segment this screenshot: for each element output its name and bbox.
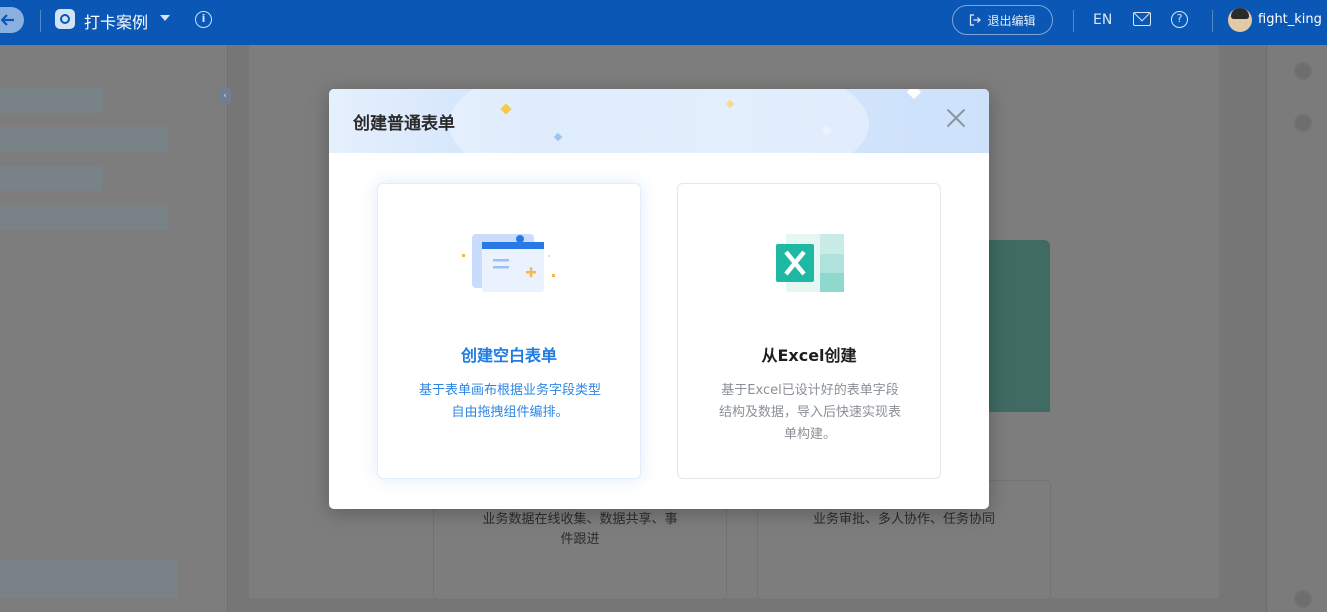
template-card-description: 业务数据在线收集、数据共享、事件跟进 <box>482 512 678 547</box>
create-form-dialog: 创建普通表单 创建空白表单 基于表单画布根据业务字段类型自由拖拽组件编排。 从E… <box>329 89 989 509</box>
template-card-banner <box>985 240 1050 412</box>
mail-icon[interactable] <box>1133 12 1151 26</box>
create-blank-form-option[interactable]: 创建空白表单 基于表单画布根据业务字段类型自由拖拽组件编排。 <box>377 183 641 479</box>
navigation-icon[interactable] <box>1294 590 1312 608</box>
option-title: 从Excel创建 <box>761 346 857 365</box>
sparkle-icon <box>906 89 922 100</box>
language-switch[interactable]: EN <box>1093 12 1112 28</box>
exit-edit-label: 退出编辑 <box>987 13 1036 28</box>
avatar[interactable] <box>1228 8 1252 32</box>
divider <box>1212 10 1213 32</box>
exit-edit-button[interactable]: 退出编辑 <box>952 5 1053 35</box>
option-title: 创建空白表单 <box>460 346 557 365</box>
create-from-excel-option[interactable]: 从Excel创建 基于Excel已设计好的表单字段结构及数据，导入后快速实现表单… <box>677 183 941 479</box>
list-item <box>0 205 168 230</box>
list-item <box>0 560 178 598</box>
chevron-down-icon[interactable] <box>160 15 170 21</box>
info-icon[interactable]: i <box>195 11 212 28</box>
list-item <box>0 88 103 113</box>
excel-icon <box>776 234 844 292</box>
divider <box>1073 10 1074 32</box>
option-description: 基于Excel已设计好的表单字段结构及数据，导入后快速实现表单构建。 <box>718 383 901 442</box>
shield-icon[interactable] <box>1294 114 1312 132</box>
exit-icon <box>970 14 982 26</box>
top-bar: 打卡案例 i 退出编辑 EN ? fight_king <box>0 0 1327 45</box>
collapse-sidebar-button[interactable]: ‹ <box>219 88 231 104</box>
back-button[interactable] <box>0 7 24 33</box>
app-title[interactable]: 打卡案例 <box>84 9 148 33</box>
left-panel <box>0 45 228 612</box>
help-icon[interactable]: ? <box>1171 11 1188 28</box>
dialog-header: 创建普通表单 <box>329 89 989 153</box>
app-logo-icon <box>55 9 75 29</box>
list-item <box>0 127 168 152</box>
blank-form-icon <box>462 234 555 292</box>
divider <box>40 10 41 32</box>
gear-icon[interactable] <box>1294 62 1312 80</box>
close-icon[interactable] <box>946 108 966 128</box>
list-item <box>0 166 103 191</box>
header-decoration <box>449 89 869 153</box>
arrow-left-icon <box>1 14 14 26</box>
template-card-description: 业务审批、多人协作、任务协同 <box>812 512 995 527</box>
dialog-title: 创建普通表单 <box>353 114 455 134</box>
option-description: 基于表单画布根据业务字段类型自由拖拽组件编排。 <box>418 383 601 420</box>
username[interactable]: fight_king <box>1258 12 1322 27</box>
